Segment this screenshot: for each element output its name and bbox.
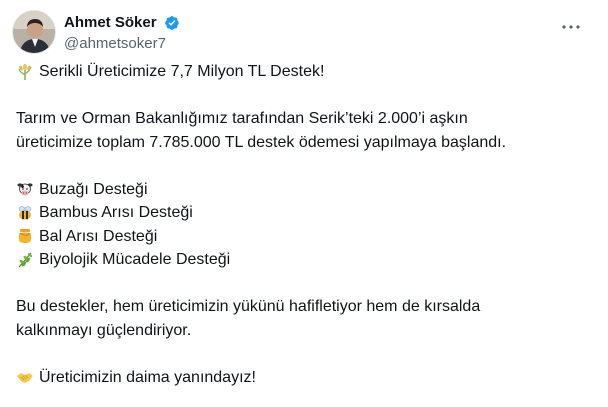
sheaf-of-rice-emoji xyxy=(16,63,34,81)
sign-off-line: Üreticimizin daima yanındayız! xyxy=(16,366,596,390)
support-item: Bambus Arısı Desteği xyxy=(16,201,596,225)
tweet-header: Ahmet Söker @ahmetsoker7 xyxy=(12,10,596,60)
herb-emoji xyxy=(16,251,34,269)
sign-off-text: Üreticimizin daima yanındayız! xyxy=(39,368,256,386)
closing-line: Bu destekler, hem üreticimizin yükünü ha… xyxy=(16,298,481,315)
support-item: Biyolojik Mücadele Desteği xyxy=(16,248,596,272)
headline-text: Serikli Üreticimize 7,7 Milyon TL Destek… xyxy=(39,63,325,80)
headline-line: Serikli Üreticimize 7,7 Milyon TL Destek… xyxy=(16,60,596,84)
display-name[interactable]: Ahmet Söker xyxy=(64,14,157,32)
support-item-label: Biyolojik Mücadele Desteği xyxy=(39,251,231,268)
cow-emoji xyxy=(16,180,34,198)
avatar[interactable] xyxy=(12,10,56,54)
support-item-label: Bambus Arısı Desteği xyxy=(39,204,193,221)
support-item: Buzağı Desteği xyxy=(16,178,596,202)
support-item: Bal Arısı Desteği xyxy=(16,225,596,249)
closing-line: kalkınmayı güçlendiriyor. xyxy=(16,321,192,339)
honey-pot-emoji xyxy=(16,227,34,245)
more-options-icon[interactable] xyxy=(560,16,582,38)
user-handle[interactable]: @ahmetsoker7 xyxy=(64,34,180,54)
paragraph-line: Tarım ve Orman Bakanlığımız tarafından S… xyxy=(16,110,468,127)
user-names: Ahmet Söker @ahmetsoker7 xyxy=(64,14,180,54)
tweet-text: Serikli Üreticimize 7,7 Milyon TL Destek… xyxy=(16,60,596,389)
bee-emoji xyxy=(16,204,34,222)
tweet[interactable]: Ahmet Söker @ahmetsoker7 Serikli Üretici… xyxy=(0,0,608,407)
handshake-emoji xyxy=(16,368,34,386)
support-item-label: Bal Arısı Desteği xyxy=(39,227,158,245)
paragraph-line: üreticimize toplam 7.785.000 TL destek ö… xyxy=(16,133,507,151)
verified-badge-icon xyxy=(164,15,180,31)
support-item-label: Buzağı Desteği xyxy=(39,180,148,198)
